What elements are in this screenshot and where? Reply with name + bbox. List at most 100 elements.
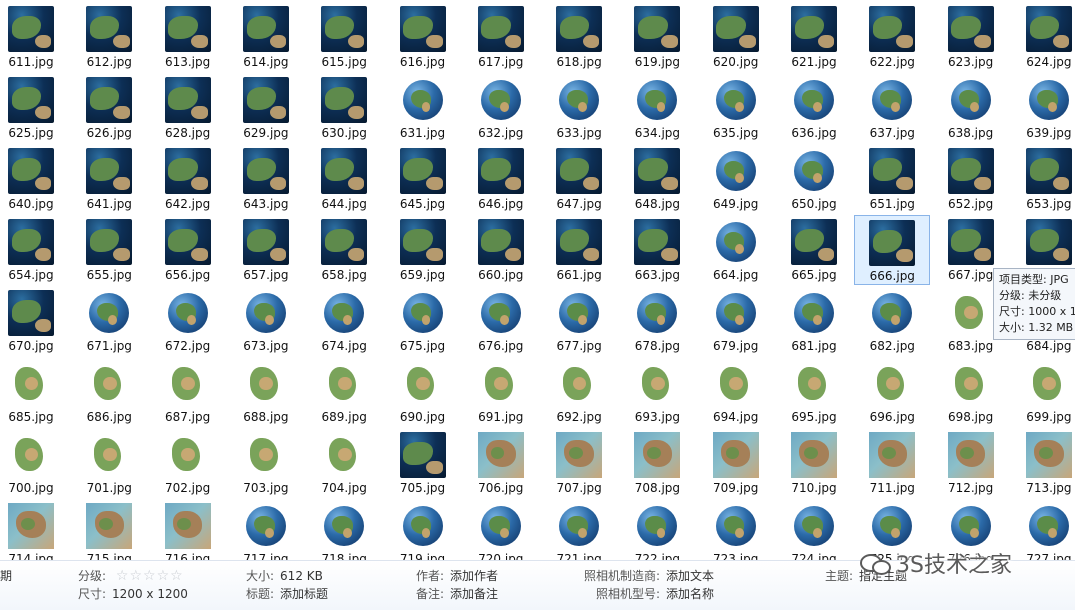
file-thumbnail[interactable] [86, 77, 133, 123]
file-thumbnail[interactable] [321, 219, 368, 265]
file-item[interactable]: 682.jpg [854, 286, 930, 356]
file-thumbnail[interactable] [556, 6, 603, 52]
file-item[interactable]: 709.jpg [698, 428, 774, 498]
file-thumbnail[interactable] [242, 219, 289, 265]
file-name-label[interactable]: 624.jpg [1011, 55, 1075, 69]
file-item[interactable]: 703.jpg [228, 428, 304, 498]
file-name-label[interactable]: 704.jpg [306, 481, 382, 495]
file-item[interactable]: 623.jpg [933, 2, 1009, 72]
file-item[interactable]: 707.jpg [541, 428, 617, 498]
file-thumbnail[interactable] [559, 506, 600, 546]
file-name-label[interactable]: 647.jpg [541, 197, 617, 211]
file-thumbnail[interactable] [8, 290, 54, 336]
file-item[interactable]: 643.jpg [228, 144, 304, 214]
file-item[interactable]: 724.jpg [776, 499, 852, 560]
file-thumbnail[interactable] [324, 293, 365, 333]
file-thumbnail[interactable] [1025, 148, 1072, 194]
file-thumbnail[interactable] [947, 290, 994, 336]
file-name-label[interactable]: 654.jpg [0, 268, 69, 282]
file-name-label[interactable]: 679.jpg [698, 339, 774, 353]
file-name-label[interactable]: 636.jpg [776, 126, 852, 140]
file-item[interactable]: 689.jpg [306, 357, 382, 427]
file-thumbnail[interactable] [872, 293, 913, 333]
file-thumbnail[interactable] [86, 148, 133, 194]
file-thumbnail[interactable] [86, 361, 133, 407]
file-thumbnail[interactable] [1025, 432, 1072, 478]
file-name-label[interactable]: 692.jpg [541, 410, 617, 424]
file-thumbnail[interactable] [86, 6, 133, 52]
file-thumbnail[interactable] [715, 222, 756, 262]
file-thumbnail[interactable] [480, 293, 521, 333]
file-item[interactable]: 611.jpg [0, 2, 69, 72]
file-item[interactable]: 653.jpg [1011, 144, 1075, 214]
file-thumbnail[interactable] [8, 77, 54, 123]
file-name-label[interactable]: 639.jpg [1011, 126, 1075, 140]
file-name-label[interactable]: 723.jpg [698, 552, 774, 560]
file-thumbnail[interactable] [1028, 80, 1069, 120]
file-thumbnail[interactable] [86, 432, 133, 478]
file-thumbnail[interactable] [634, 361, 681, 407]
file-thumbnail[interactable] [634, 6, 681, 52]
file-thumbnail[interactable] [556, 148, 603, 194]
file-item[interactable]: 718.jpg [306, 499, 382, 560]
file-name-label[interactable]: 694.jpg [698, 410, 774, 424]
file-name-label[interactable]: 700.jpg [0, 481, 69, 495]
file-thumbnail[interactable] [164, 361, 211, 407]
file-thumbnail[interactable] [794, 293, 834, 333]
file-item[interactable]: 691.jpg [463, 357, 539, 427]
file-item[interactable]: 704.jpg [306, 428, 382, 498]
file-name-label[interactable]: 720.jpg [463, 552, 539, 560]
file-name-label[interactable]: 652.jpg [933, 197, 1009, 211]
file-name-label[interactable]: 621.jpg [776, 55, 852, 69]
file-thumbnail[interactable] [947, 361, 994, 407]
file-thumbnail[interactable] [715, 506, 756, 546]
star-icon[interactable]: ☆ [157, 568, 170, 584]
file-thumbnail[interactable] [1025, 219, 1072, 265]
star-icon[interactable]: ☆ [143, 568, 156, 584]
file-name-label[interactable]: 641.jpg [71, 197, 147, 211]
file-name-label[interactable]: 635.jpg [698, 126, 774, 140]
file-item[interactable]: 721.jpg [541, 499, 617, 560]
file-name-label[interactable]: 655.jpg [71, 268, 147, 282]
file-item[interactable]: 613.jpg [150, 2, 226, 72]
file-name-label[interactable]: 682.jpg [854, 339, 930, 353]
file-item[interactable]: 637.jpg [854, 73, 930, 143]
file-thumbnail[interactable] [89, 293, 130, 333]
file-item[interactable]: 700.jpg [0, 428, 69, 498]
file-name-label[interactable]: 623.jpg [933, 55, 1009, 69]
file-item[interactable]: 636.jpg [776, 73, 852, 143]
file-name-label[interactable]: 638.jpg [933, 126, 1009, 140]
file-item[interactable]: 638.jpg [933, 73, 1009, 143]
file-name-label[interactable]: 661.jpg [541, 268, 617, 282]
file-item[interactable]: 649.jpg [698, 144, 774, 214]
file-name-label[interactable]: 656.jpg [150, 268, 226, 282]
file-item[interactable]: 694.jpg [698, 357, 774, 427]
file-thumbnail[interactable] [794, 151, 834, 191]
file-thumbnail[interactable] [164, 6, 211, 52]
file-name-label[interactable]: 657.jpg [228, 268, 304, 282]
file-name-label[interactable]: 664.jpg [698, 268, 774, 282]
star-icon[interactable]: ☆ [170, 568, 183, 584]
file-thumbnail[interactable] [637, 506, 678, 546]
file-item[interactable]: 716.jpg [150, 499, 226, 560]
file-item[interactable]: 679.jpg [698, 286, 774, 356]
file-item[interactable]: 617.jpg [463, 2, 539, 72]
file-name-label[interactable]: 715.jpg [71, 552, 147, 560]
file-item[interactable]: 713.jpg [1011, 428, 1075, 498]
file-item[interactable]: 688.jpg [228, 357, 304, 427]
file-name-label[interactable]: 642.jpg [150, 197, 226, 211]
file-thumbnail[interactable] [947, 148, 994, 194]
file-item[interactable]: 646.jpg [463, 144, 539, 214]
file-thumbnail[interactable] [164, 148, 211, 194]
file-name-label[interactable]: 649.jpg [698, 197, 774, 211]
file-item[interactable]: 645.jpg [385, 144, 461, 214]
file-thumbnail[interactable] [869, 220, 916, 266]
file-name-label[interactable]: 709.jpg [698, 481, 774, 495]
file-name-label[interactable]: 701.jpg [71, 481, 147, 495]
file-thumbnail[interactable] [321, 361, 368, 407]
file-name-label[interactable]: 630.jpg [306, 126, 382, 140]
file-name-label[interactable]: 686.jpg [71, 410, 147, 424]
file-thumbnail[interactable] [947, 219, 994, 265]
file-thumbnail[interactable] [8, 6, 54, 52]
file-thumbnail[interactable] [480, 506, 521, 546]
